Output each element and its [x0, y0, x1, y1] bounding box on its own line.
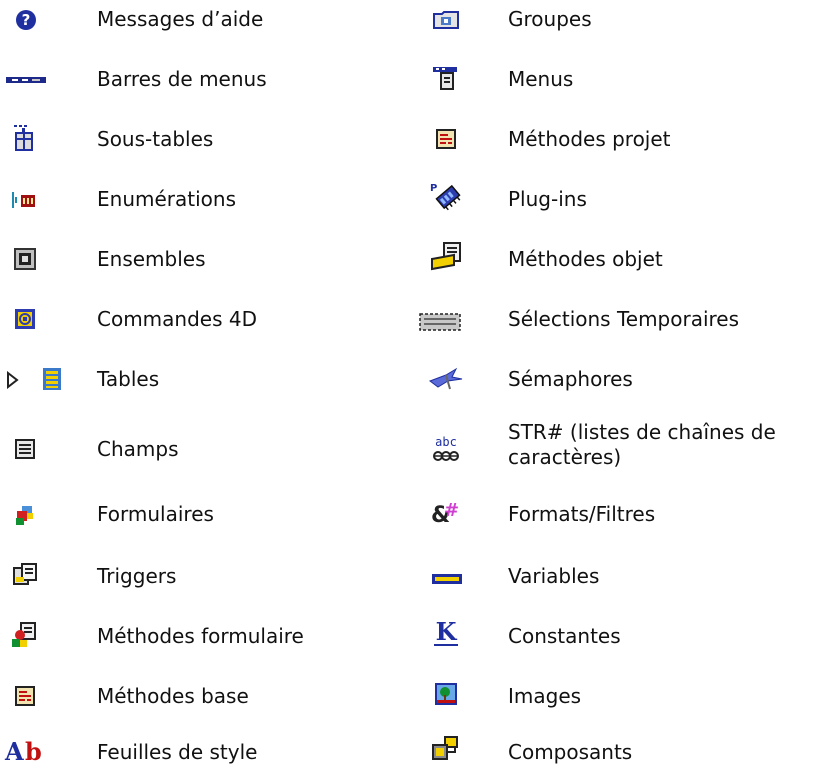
- label-table: Tables: [97, 367, 160, 391]
- component-icon: [430, 735, 462, 763]
- variable-icon: [430, 565, 464, 593]
- label-project-method: Méthodes projet: [508, 127, 671, 151]
- svg-text:?: ?: [22, 11, 31, 29]
- label-form-method: Méthodes formulaire: [97, 624, 304, 648]
- group-icon: [430, 6, 462, 34]
- label-constant: Constantes: [508, 624, 621, 648]
- named-selection-icon: [418, 308, 462, 336]
- svg-text:b: b: [25, 737, 42, 765]
- help-icon: ?: [10, 6, 42, 34]
- label-help: Messages d’aide: [97, 7, 264, 31]
- label-picture: Images: [508, 684, 582, 708]
- label-named-selection: Sélections Temporaires: [508, 307, 740, 331]
- semaphore-icon: [426, 364, 466, 392]
- label-format-filter: Formats/Filtres: [508, 502, 656, 526]
- label-trigger: Triggers: [97, 564, 177, 588]
- svg-text:A: A: [4, 737, 24, 765]
- label-semaphore: Sémaphores: [508, 367, 633, 391]
- field-icon: [9, 435, 41, 463]
- svg-text:abc: abc: [435, 435, 457, 449]
- label-subtable: Sous-tables: [97, 127, 214, 151]
- table-icon: [36, 365, 68, 393]
- project-method-icon: [430, 125, 462, 153]
- form-method-icon: [7, 621, 39, 649]
- label-plugin: Plug-ins: [508, 187, 587, 211]
- str-list-icon: abc: [430, 435, 462, 463]
- enumeration-icon: [8, 186, 40, 214]
- set-icon: [9, 245, 41, 273]
- trigger-icon: [9, 561, 41, 589]
- svg-text:K: K: [436, 618, 458, 646]
- menubar-icon: [6, 66, 46, 94]
- label-str-list: STR# (listes de chaînes de caractères): [508, 420, 776, 469]
- label-field: Champs: [97, 437, 179, 461]
- label-component: Composants: [508, 740, 633, 764]
- label-form: Formulaires: [97, 502, 214, 526]
- label-variable: Variables: [508, 564, 600, 588]
- command-icon: [9, 305, 41, 333]
- expand-triangle-icon[interactable]: [2, 366, 22, 394]
- svg-text:P: P: [430, 183, 437, 194]
- label-menubar: Barres de menus: [97, 67, 267, 91]
- label-enumeration: Enumérations: [97, 187, 236, 211]
- label-set: Ensembles: [97, 247, 206, 271]
- picture-icon: [430, 680, 462, 708]
- svg-text:#: #: [444, 500, 459, 521]
- subtable-icon: [8, 124, 40, 152]
- label-database-method: Méthodes base: [97, 684, 249, 708]
- label-object-method: Méthodes objet: [508, 247, 663, 271]
- object-method-icon: [430, 242, 464, 271]
- format-filter-icon: & #: [430, 499, 462, 527]
- label-stylesheet: Feuilles de style: [97, 740, 258, 764]
- label-group: Groupes: [508, 7, 592, 31]
- constant-icon: K: [430, 618, 462, 647]
- stylesheet-icon: Ab: [4, 737, 44, 765]
- label-menu: Menus: [508, 67, 574, 91]
- plugin-icon: P: [430, 182, 464, 211]
- menu-icon: [430, 64, 462, 92]
- label-command: Commandes 4D: [97, 307, 257, 331]
- database-method-icon: [9, 682, 41, 710]
- form-icon: [9, 501, 41, 529]
